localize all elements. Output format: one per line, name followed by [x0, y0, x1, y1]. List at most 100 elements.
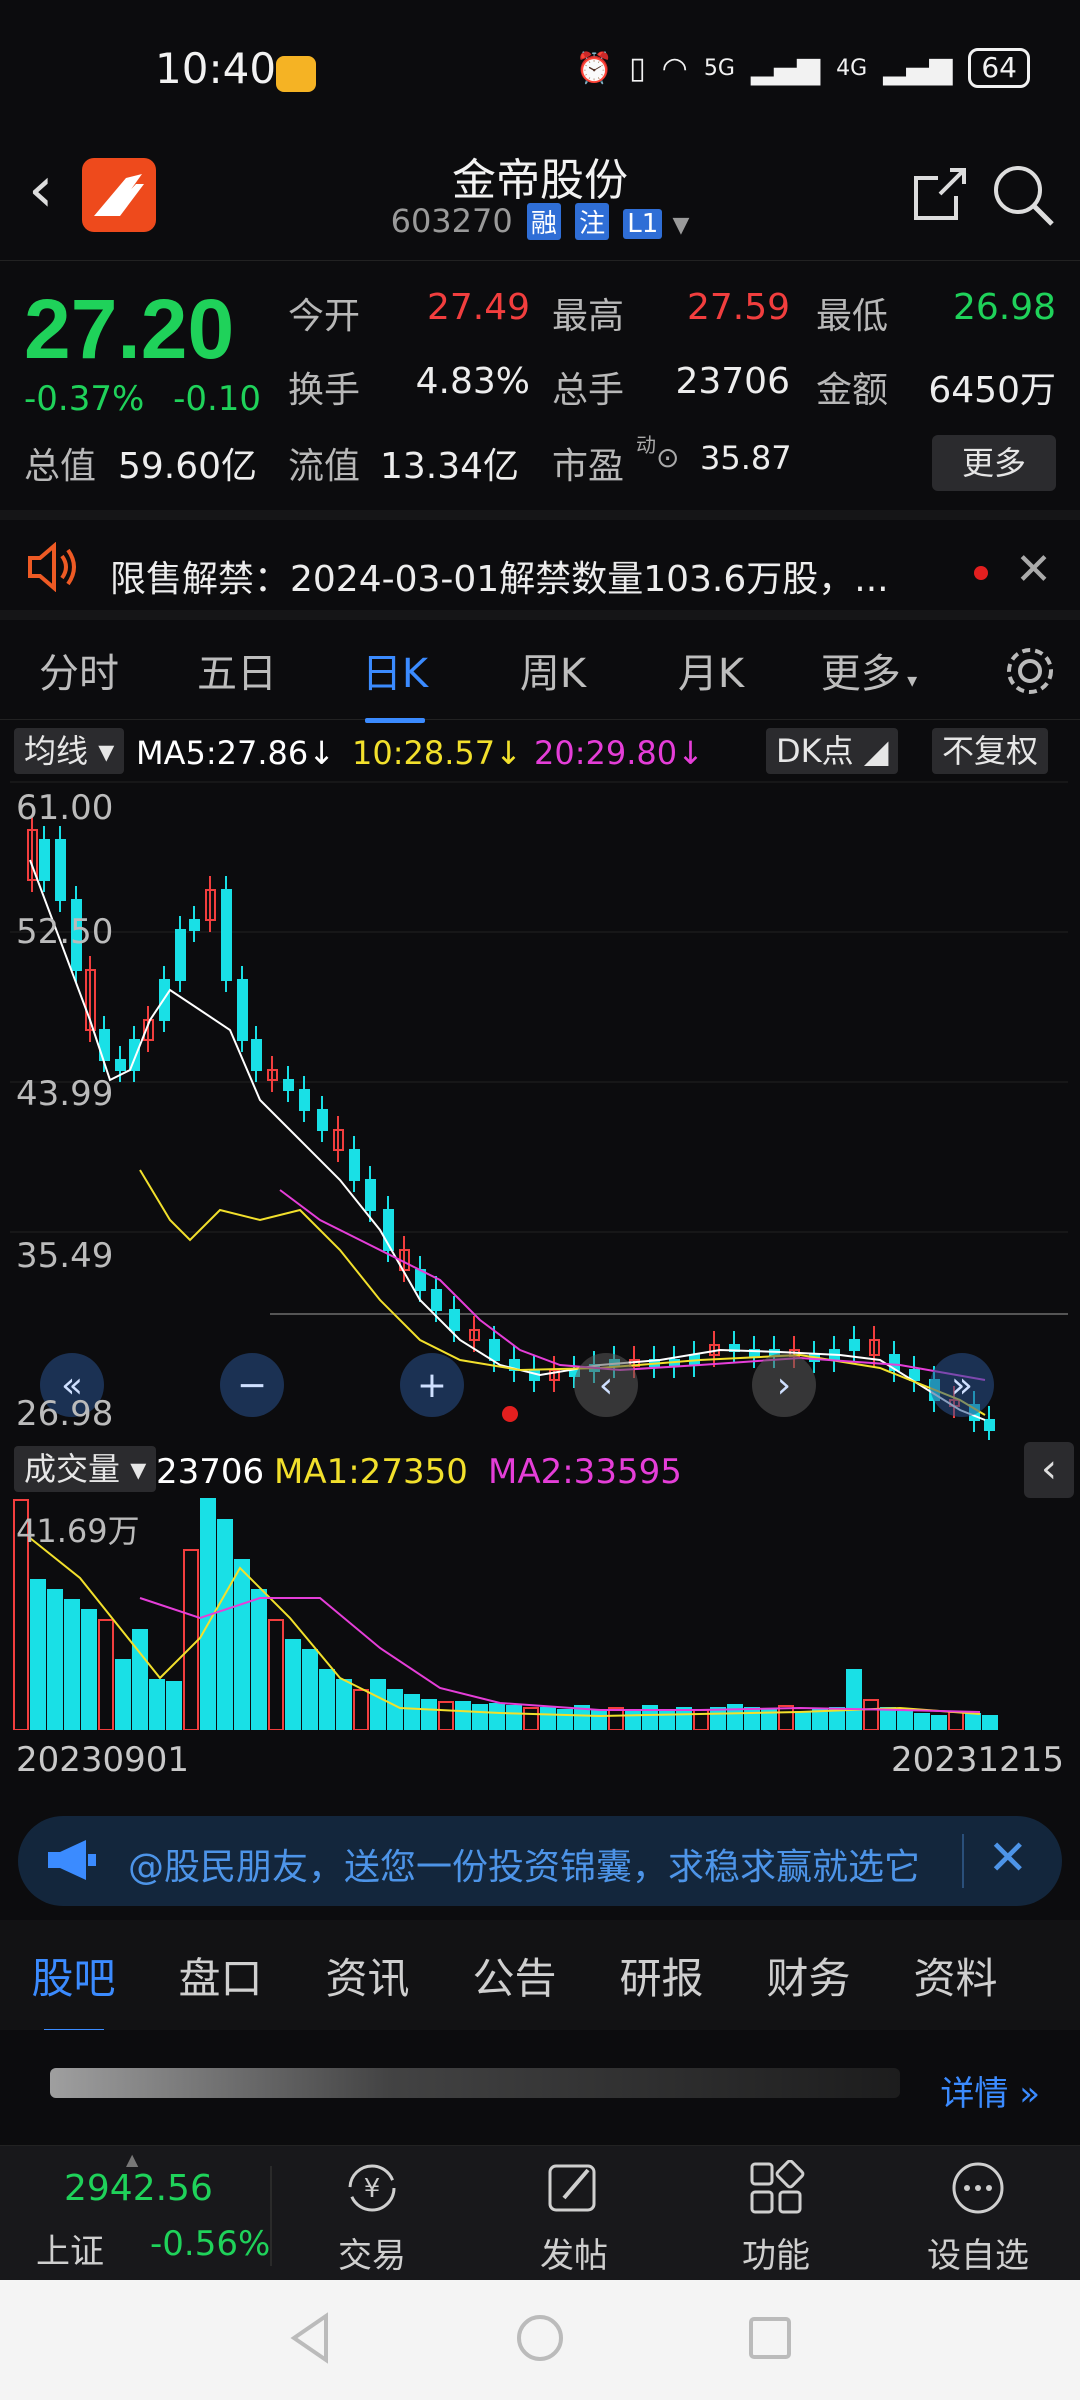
ma20-value: 20:29.80↓ — [534, 734, 704, 772]
edit-icon — [548, 2164, 596, 2212]
home-circle-icon[interactable] — [514, 2312, 566, 2368]
tab-more[interactable]: 更多 ▾ — [790, 641, 948, 699]
nav-trade[interactable]: ¥ 交易 — [272, 2160, 472, 2277]
volume-bar — [319, 1669, 335, 1731]
tab-news[interactable]: 资讯 — [294, 1945, 441, 2006]
chart-nav-glyph: » — [951, 1365, 973, 1406]
tab-forum[interactable]: 股吧 — [0, 1945, 147, 2034]
volume-selector[interactable]: 成交量 ▾ — [14, 1446, 157, 1492]
y-tick-3: 35.49 — [16, 1236, 114, 1276]
ma10-text: 10:28.57 — [352, 734, 496, 772]
nav-functions-label: 功能 — [742, 2236, 810, 2276]
tab-financials[interactable]: 财务 — [735, 1945, 882, 2006]
grid-icon — [750, 2159, 805, 2214]
tag-level: L1 — [623, 209, 663, 239]
candle-body — [299, 1089, 310, 1111]
tab-order-book[interactable]: 盘口 — [147, 1945, 294, 2006]
volume-ma1: MA1:27350 — [274, 1452, 468, 1492]
chart-nav-glyph: − — [237, 1365, 267, 1406]
tab-monthly-k[interactable]: 月K — [632, 641, 790, 699]
recents-square-icon[interactable] — [746, 2314, 794, 2366]
caret-up-icon: ▲ — [126, 2150, 139, 2169]
ma-indicator-bar: 均线 ▾ MA5:27.86↓ 10:28.57↓ 20:29.80↓ DK点 … — [0, 722, 1080, 780]
close-icon[interactable]: ✕ — [1015, 544, 1052, 595]
close-icon[interactable]: ✕ — [988, 1830, 1028, 1886]
volume-bar — [285, 1639, 301, 1731]
volume-chart[interactable]: 41.69万 — [0, 1497, 1080, 1731]
volume-bar — [880, 1707, 896, 1731]
candle-body — [221, 889, 232, 981]
volume-bar — [387, 1689, 403, 1731]
more-dots-icon — [952, 2162, 1004, 2214]
share-icon[interactable] — [910, 164, 970, 228]
quote-panel: 27.20 -0.37% -0.10 今开 27.49 最高 27.59 最低 … — [0, 260, 1080, 510]
volume-bar — [81, 1609, 97, 1731]
index-change: -0.56% — [150, 2224, 271, 2264]
tab-daily-k[interactable]: 日K — [316, 641, 474, 723]
network-4g: 4G — [836, 55, 868, 81]
volume-bar — [863, 1699, 879, 1731]
volume-bar — [608, 1707, 624, 1731]
gear-icon[interactable] — [1002, 643, 1058, 703]
change-percent: -0.37% — [24, 379, 145, 419]
detail-link[interactable]: 详情 » — [940, 2066, 1040, 2115]
search-icon[interactable] — [990, 162, 1056, 232]
candle-body — [449, 1309, 460, 1331]
tab-research[interactable]: 研报 — [588, 1945, 735, 2006]
info-icon[interactable]: ⊙ — [656, 441, 679, 474]
ma-selector[interactable]: 均线 ▾ — [14, 728, 125, 774]
svg-text:¥: ¥ — [364, 2174, 381, 2204]
post-preview[interactable]: 详情 » — [0, 2030, 1080, 2145]
end-date: 20231215 — [890, 1740, 1064, 1780]
tab-announcements[interactable]: 公告 — [441, 1945, 588, 2006]
nav-post[interactable]: 发帖 — [474, 2160, 674, 2277]
float-label: 流值 — [288, 446, 361, 487]
volume-bar — [846, 1669, 862, 1731]
dk-marker — [502, 1406, 518, 1422]
volume-bar — [302, 1649, 318, 1731]
volume-bar — [812, 1709, 828, 1731]
pe-superscript: 动 — [636, 433, 656, 457]
promo-divider — [962, 1834, 964, 1888]
dropdown-icon[interactable]: ▼ — [672, 213, 689, 238]
dk-point-button[interactable]: DK点 ◢ — [766, 728, 899, 774]
kline-chart[interactable]: «− + ‹ ›» 61.00 52.50 43.99 35.49 26.98 — [0, 780, 1080, 1442]
tab-intraday[interactable]: 分时 — [0, 641, 158, 699]
chart-nav-button: + — [400, 1353, 464, 1417]
unread-dot — [974, 566, 988, 580]
adjust-button[interactable]: 不复权 — [932, 728, 1049, 774]
app-root: { "status": { "time": "10:40", "net1": "… — [0, 0, 1080, 2400]
index-ticker[interactable]: ▲ 2942.56 上证 -0.56% — [0, 2146, 270, 2281]
chart-nav-button: − — [220, 1353, 284, 1417]
candle-body — [237, 979, 248, 1041]
tab-weekly-k[interactable]: 周K — [474, 641, 632, 699]
volume-bar — [353, 1689, 369, 1731]
ma-selector-label: 均线 — [24, 732, 89, 770]
index-name: 上证 — [36, 2232, 104, 2272]
open-value: 27.49 — [426, 287, 530, 328]
volume-bar — [149, 1679, 165, 1731]
more-quote-button[interactable]: 更多 — [932, 435, 1056, 491]
signal-icon: ▂▄▆ — [750, 50, 821, 86]
volume-bar — [132, 1629, 148, 1731]
volume-bar — [659, 1709, 675, 1731]
tab-profile[interactable]: 资料 — [882, 1945, 1029, 2006]
candle-body — [984, 1419, 995, 1431]
volume-bar — [710, 1707, 726, 1731]
volume-selector-label: 成交量 — [24, 1450, 121, 1488]
collapse-panel-button[interactable]: ‹ — [1024, 1442, 1074, 1498]
alarm-icon: ⏰ — [575, 50, 614, 86]
nav-functions[interactable]: 功能 — [676, 2159, 876, 2277]
tab-five-day[interactable]: 五日 — [158, 641, 316, 699]
notice-bar[interactable]: 限售解禁：2024-03-01解禁数量103.6万股，... ✕ — [0, 510, 1080, 620]
nav-add-watchlist[interactable]: 设自选 — [878, 2160, 1078, 2277]
volume-bar — [676, 1707, 692, 1731]
chart-nav-glyph: + — [417, 1365, 447, 1406]
volume-bar — [557, 1709, 573, 1731]
promo-banner[interactable]: @股民朋友，送您一份投资锦囊，求稳求赢就选它 ✕ — [18, 1816, 1062, 1906]
status-bar: 10:40 ⏰ ▯ ◠ 5G ▂▄▆ 4G ▂▄▆ 64 — [0, 0, 1080, 140]
back-triangle-icon[interactable] — [286, 2310, 336, 2370]
turnover-value: 4.83% — [415, 361, 530, 402]
megaphone-icon — [46, 1838, 98, 1886]
tab-more-label: 更多 — [820, 650, 901, 697]
